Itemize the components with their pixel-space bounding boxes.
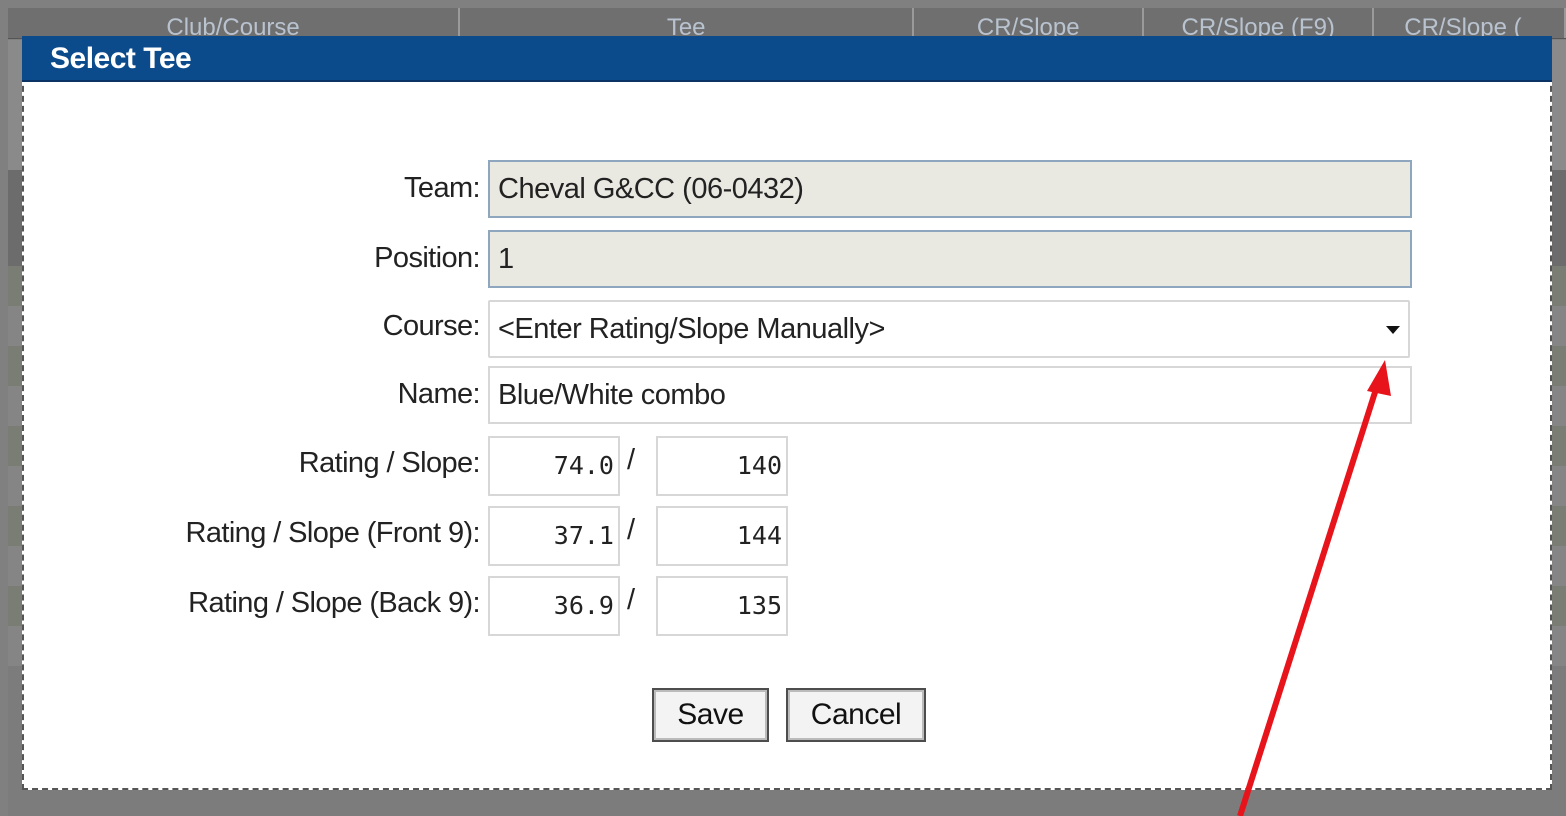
annotation-arrow-head <box>1367 360 1391 396</box>
annotation-arrow-icon <box>1237 360 1391 816</box>
annotation-arrow-shaft <box>1237 385 1380 816</box>
